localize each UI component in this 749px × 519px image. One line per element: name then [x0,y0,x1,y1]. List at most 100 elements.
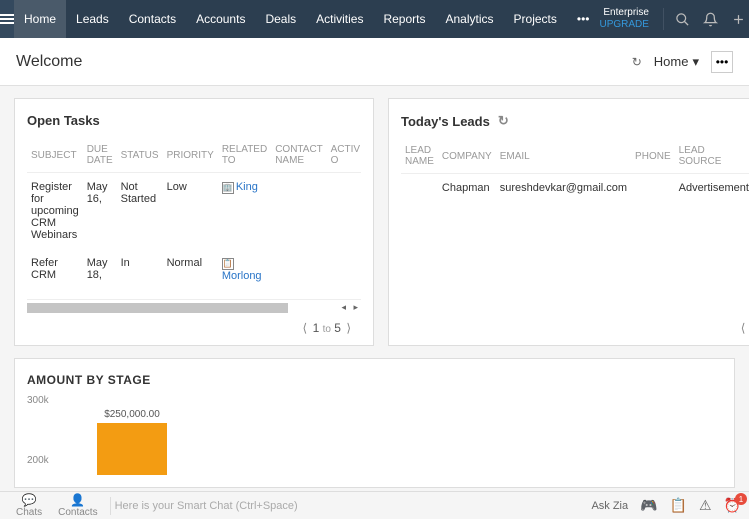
nav-leads[interactable]: Leads [66,0,119,38]
bottom-right: Ask Zia 🎮 📋 ⚠ ⏰1 [591,497,741,514]
col-status[interactable]: STATUS [117,138,163,173]
table-row[interactable]: Chapman sureshdevkar@gmail.com Advertise… [401,174,749,203]
bottom-bar: 💬 Chats 👤 Contacts Here is your Smart Ch… [0,491,749,519]
alert-icon[interactable]: ⚠ [699,497,712,514]
clipboard-icon[interactable]: 📋 [670,497,687,514]
nav-home[interactable]: Home [14,0,66,38]
subheader-right: ↻ Home ▾ ••• [632,51,733,73]
hamburger-menu[interactable] [0,0,14,38]
next-page[interactable]: ⟩ [344,321,353,335]
contacts-label: Contacts [58,507,97,518]
search-icon[interactable] [674,10,692,28]
enterprise-block: Enterprise UPGRADE [600,7,649,31]
table-row[interactable]: Refer CRM May 18, In Normal 📋Morlong [27,249,361,290]
table-row[interactable]: Register for upcoming CRM Webinars May 1… [27,173,361,250]
nav-right: Enterprise UPGRADE [600,7,749,31]
task-priority: Normal [163,249,218,290]
open-tasks-card: Open Tasks SUBJECT DUE DATE STATUS PRIOR… [14,98,374,346]
task-status: Not Started [117,173,163,250]
content: Open Tasks SUBJECT DUE DATE STATUS PRIOR… [0,86,749,358]
chats-label: Chats [16,507,42,518]
leads-table-wrap[interactable]: LEAD NAME COMPANY EMAIL PHONE LEAD SOURC… [401,139,749,315]
related-link[interactable]: King [236,181,258,193]
enterprise-label: Enterprise [600,7,649,19]
ask-zia-label[interactable]: Ask Zia [591,500,628,512]
task-due: May 18, [83,249,117,290]
page-title: Welcome [16,53,82,71]
horizontal-scrollbar[interactable]: ▸ ◂ [27,299,361,315]
leads-pager: ⟨ 1 to 1 ⟩ [401,315,749,335]
scroll-left-arrow[interactable]: ◂ [338,302,349,313]
scrollbar-thumb[interactable] [27,303,288,313]
col-company[interactable]: COMPANY [438,139,496,174]
plus-icon[interactable] [730,10,748,28]
bar-label: $250,000.00 [87,409,177,420]
todays-leads-title: Today's Leads ↻ ⋮ [401,113,749,129]
top-nav: Home Leads Contacts Accounts Deals Activ… [0,0,749,38]
task-priority: Low [163,173,218,250]
account-icon: 📋 [222,258,234,270]
bar[interactable] [97,423,167,475]
y-tick: 200k [27,455,49,466]
prev-page[interactable]: ⟨ [301,321,310,335]
open-tasks-title: Open Tasks [27,113,361,128]
chevron-down-icon: ▾ [692,54,699,70]
col-priority[interactable]: PRIORITY [163,138,218,173]
lead-email-link[interactable]: sureshdevkar@gmail.com [496,174,631,203]
open-tasks-table: SUBJECT DUE DATE STATUS PRIORITY RELATED… [27,138,361,290]
task-subject-link[interactable]: Register for upcoming CRM Webinars [27,173,83,250]
nav-items: Home Leads Contacts Accounts Deals Activ… [14,0,600,38]
subheader: Welcome ↻ Home ▾ ••• [0,38,749,86]
account-icon: 🏢 [222,182,234,194]
nav-projects[interactable]: Projects [504,0,567,38]
amount-title: AMOUNT BY STAGE [27,373,722,387]
nav-accounts[interactable]: Accounts [186,0,255,38]
contacts-tab[interactable]: 👤 Contacts [58,493,97,518]
refresh-icon[interactable]: ↻ [632,55,642,69]
scroll-right-arrow[interactable]: ▸ [350,302,361,313]
col-phone[interactable]: PHONE [631,139,675,174]
col-due[interactable]: DUE DATE [83,138,117,173]
chat-icon: 💬 [22,493,37,507]
leads-table: LEAD NAME COMPANY EMAIL PHONE LEAD SOURC… [401,139,749,202]
nav-more[interactable]: ••• [567,0,600,38]
pager-to-word: to [323,324,331,335]
related-link[interactable]: Morlong [222,270,262,282]
col-subject[interactable]: SUBJECT [27,138,83,173]
task-related: 📋Morlong [218,249,271,290]
lead-company: Chapman [438,174,496,203]
nav-deals[interactable]: Deals [255,0,306,38]
task-subject-link[interactable]: Refer CRM [27,249,83,290]
prev-page[interactable]: ⟨ [739,321,748,335]
y-tick: 300k [27,395,49,406]
col-email[interactable]: EMAIL [496,139,631,174]
col-related[interactable]: RELATED TO [218,138,271,173]
todays-leads-card: Today's Leads ↻ ⋮ LEAD NAME COMPANY EMAI… [388,98,749,346]
open-tasks-pager: ⟨ 1 to 5 ⟩ [27,315,361,335]
view-dropdown[interactable]: Home ▾ [654,54,699,70]
open-tasks-table-wrap[interactable]: SUBJECT DUE DATE STATUS PRIORITY RELATED… [27,138,361,299]
smart-chat-hint[interactable]: Here is your Smart Chat (Ctrl+Space) [115,500,298,512]
badge: 1 [735,493,747,505]
chats-tab[interactable]: 💬 Chats [16,493,42,518]
pager-to: 5 [334,321,341,335]
nav-analytics[interactable]: Analytics [436,0,504,38]
contacts-icon: 👤 [70,493,85,507]
nav-contacts[interactable]: Contacts [119,0,186,38]
upgrade-link[interactable]: UPGRADE [600,19,649,31]
col-source[interactable]: LEAD SOURCE [675,139,749,174]
nav-reports[interactable]: Reports [373,0,435,38]
pager-from: 1 [313,321,320,335]
col-contact[interactable]: CONTACT NAME [271,138,326,173]
nav-activities[interactable]: Activities [306,0,373,38]
col-leadname[interactable]: LEAD NAME [401,139,438,174]
amount-by-stage-card: AMOUNT BY STAGE 300k 200k $250,000.00 [14,358,735,488]
bell-icon[interactable] [702,10,720,28]
col-activity[interactable]: ACTIVITY O [327,138,361,173]
more-menu[interactable]: ••• [711,51,733,73]
view-dropdown-label: Home [654,54,689,69]
leads-refresh-icon[interactable]: ↻ [498,113,509,129]
game-icon[interactable]: 🎮 [640,497,657,514]
task-related: 🏢King [218,173,271,250]
alarm-icon[interactable]: ⏰1 [724,497,741,514]
